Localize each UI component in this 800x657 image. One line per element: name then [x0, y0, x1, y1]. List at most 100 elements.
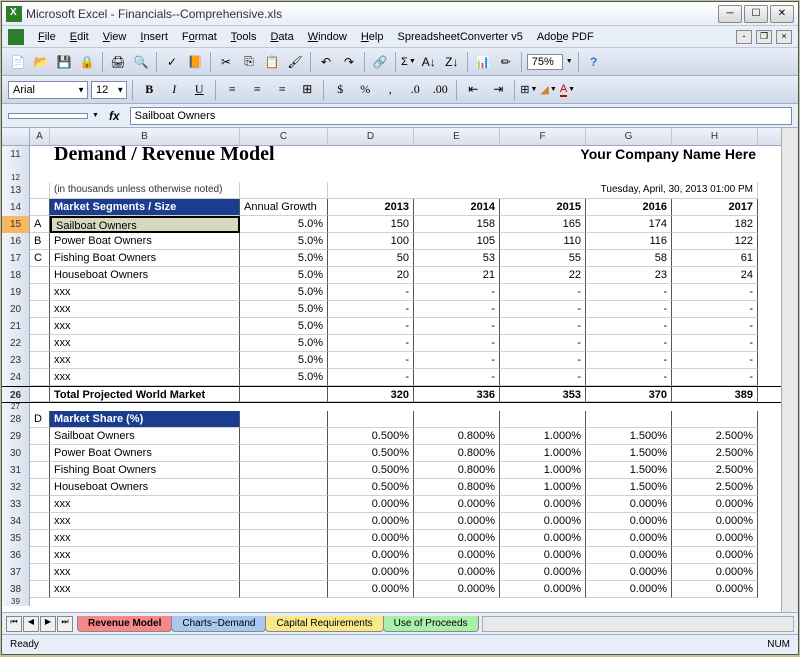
- name-box-dropdown-icon[interactable]: ▼: [92, 112, 99, 119]
- menu-insert[interactable]: Insert: [134, 29, 174, 45]
- zoom-dropdown-icon[interactable]: ▼: [566, 58, 573, 65]
- menu-tools[interactable]: Tools: [225, 29, 263, 45]
- cut-icon[interactable]: ✂: [216, 52, 236, 72]
- increase-indent-icon[interactable]: ⇥: [487, 80, 509, 100]
- tab-charts-demand[interactable]: Charts~Demand: [171, 616, 266, 632]
- tab-use-of-proceeds[interactable]: Use of Proceeds: [383, 616, 479, 632]
- underline-button[interactable]: U: [188, 80, 210, 100]
- font-size-select[interactable]: 12▼: [91, 81, 127, 99]
- italic-button[interactable]: I: [163, 80, 185, 100]
- row-header[interactable]: 12: [2, 174, 30, 182]
- currency-icon[interactable]: $: [329, 80, 351, 100]
- comma-icon[interactable]: ,: [379, 80, 401, 100]
- row-header[interactable]: 11: [2, 146, 30, 174]
- name-box[interactable]: [8, 113, 88, 119]
- row-header[interactable]: 28: [2, 411, 30, 428]
- help-icon[interactable]: ?: [584, 52, 604, 72]
- col-header[interactable]: D: [328, 128, 414, 145]
- research-icon[interactable]: 📙: [185, 52, 205, 72]
- active-cell[interactable]: Sailboat Owners: [50, 216, 240, 233]
- zoom-select[interactable]: 75%: [527, 54, 563, 70]
- menu-converter[interactable]: SpreadsheetConverter v5: [391, 29, 528, 45]
- menu-window[interactable]: Window: [302, 29, 353, 45]
- increase-decimal-icon[interactable]: .0: [404, 80, 426, 100]
- tab-revenue-model[interactable]: Revenue Model: [77, 616, 172, 632]
- row-header[interactable]: 16: [2, 233, 30, 250]
- copy-icon[interactable]: ⎘: [239, 52, 259, 72]
- align-left-icon[interactable]: ≡: [221, 80, 243, 100]
- font-color-button[interactable]: A▼: [560, 83, 575, 97]
- row-header[interactable]: 20: [2, 301, 30, 318]
- menu-edit[interactable]: Edit: [64, 29, 95, 45]
- sort-asc-icon[interactable]: A↓: [419, 52, 439, 72]
- permission-icon[interactable]: 🔒: [77, 52, 97, 72]
- col-header[interactable]: A: [30, 128, 50, 145]
- col-header[interactable]: C: [240, 128, 328, 145]
- chart-icon[interactable]: 📊: [473, 52, 493, 72]
- row-header[interactable]: 19: [2, 284, 30, 301]
- decrease-indent-icon[interactable]: ⇤: [462, 80, 484, 100]
- tab-first-icon[interactable]: ⏮: [6, 616, 22, 632]
- autosum-button[interactable]: Σ▼: [401, 56, 416, 68]
- paste-icon[interactable]: 📋: [262, 52, 282, 72]
- save-icon[interactable]: 💾: [54, 52, 74, 72]
- row-header[interactable]: 36: [2, 547, 30, 564]
- minimize-button[interactable]: ─: [718, 5, 742, 23]
- row-header[interactable]: 17: [2, 250, 30, 267]
- hyperlink-icon[interactable]: 🔗: [370, 52, 390, 72]
- tab-next-icon[interactable]: ▶: [40, 616, 56, 632]
- horizontal-scrollbar[interactable]: [482, 616, 794, 632]
- format-painter-icon[interactable]: 🖌: [285, 52, 305, 72]
- row-header[interactable]: 31: [2, 462, 30, 479]
- bold-button[interactable]: B: [138, 80, 160, 100]
- open-icon[interactable]: 📂: [31, 52, 51, 72]
- col-header[interactable]: F: [500, 128, 586, 145]
- total-label[interactable]: Total Projected World Market: [50, 387, 240, 402]
- menu-format[interactable]: Format: [176, 29, 223, 45]
- font-name-select[interactable]: Arial▼: [8, 81, 88, 99]
- row-header[interactable]: 14: [2, 199, 30, 216]
- row-header[interactable]: 33: [2, 496, 30, 513]
- close-button[interactable]: ✕: [770, 5, 794, 23]
- row-header[interactable]: 26: [2, 387, 30, 402]
- subtitle[interactable]: (in thousands unless otherwise noted): [50, 182, 240, 199]
- formula-input[interactable]: Sailboat Owners: [130, 107, 792, 125]
- select-all-corner[interactable]: [2, 128, 30, 146]
- row-header[interactable]: 37: [2, 564, 30, 581]
- growth-header[interactable]: Annual Growth: [240, 199, 328, 216]
- row-header[interactable]: 18: [2, 267, 30, 284]
- col-header[interactable]: B: [50, 128, 240, 145]
- row-header[interactable]: 23: [2, 352, 30, 369]
- row-header[interactable]: 32: [2, 479, 30, 496]
- col-header[interactable]: E: [414, 128, 500, 145]
- row-header[interactable]: 34: [2, 513, 30, 530]
- print-icon[interactable]: 🖨: [108, 52, 128, 72]
- drawing-icon[interactable]: ✏: [496, 52, 516, 72]
- tab-prev-icon[interactable]: ◀: [23, 616, 39, 632]
- menu-adobe[interactable]: Adobe PDF: [531, 29, 600, 45]
- maximize-button[interactable]: ☐: [744, 5, 768, 23]
- doc-close-button[interactable]: ×: [776, 30, 792, 44]
- row-header[interactable]: 27: [2, 403, 30, 411]
- row-header[interactable]: 15: [2, 216, 30, 233]
- undo-icon[interactable]: ↶: [316, 52, 336, 72]
- vertical-scrollbar[interactable]: [781, 128, 798, 612]
- fx-icon[interactable]: fx: [103, 109, 126, 123]
- share-header[interactable]: Market Share (%): [50, 411, 240, 428]
- row-header[interactable]: 22: [2, 335, 30, 352]
- doc-minimize-button[interactable]: -: [736, 30, 752, 44]
- spellcheck-icon[interactable]: ✓: [162, 52, 182, 72]
- tab-capital-requirements[interactable]: Capital Requirements: [265, 616, 383, 632]
- menu-view[interactable]: View: [97, 29, 133, 45]
- sort-desc-icon[interactable]: Z↓: [442, 52, 462, 72]
- menu-file[interactable]: File: [32, 29, 62, 45]
- row-header[interactable]: 13: [2, 182, 30, 199]
- fill-color-button[interactable]: ◢▼: [540, 83, 556, 96]
- row-header[interactable]: 39: [2, 598, 30, 606]
- redo-icon[interactable]: ↷: [339, 52, 359, 72]
- borders-button[interactable]: ⊞▼: [520, 83, 537, 96]
- preview-icon[interactable]: 🔍: [131, 52, 151, 72]
- row-header[interactable]: 21: [2, 318, 30, 335]
- menu-help[interactable]: Help: [355, 29, 390, 45]
- timestamp[interactable]: Tuesday, April, 30, 2013 01:00 PM: [328, 182, 758, 199]
